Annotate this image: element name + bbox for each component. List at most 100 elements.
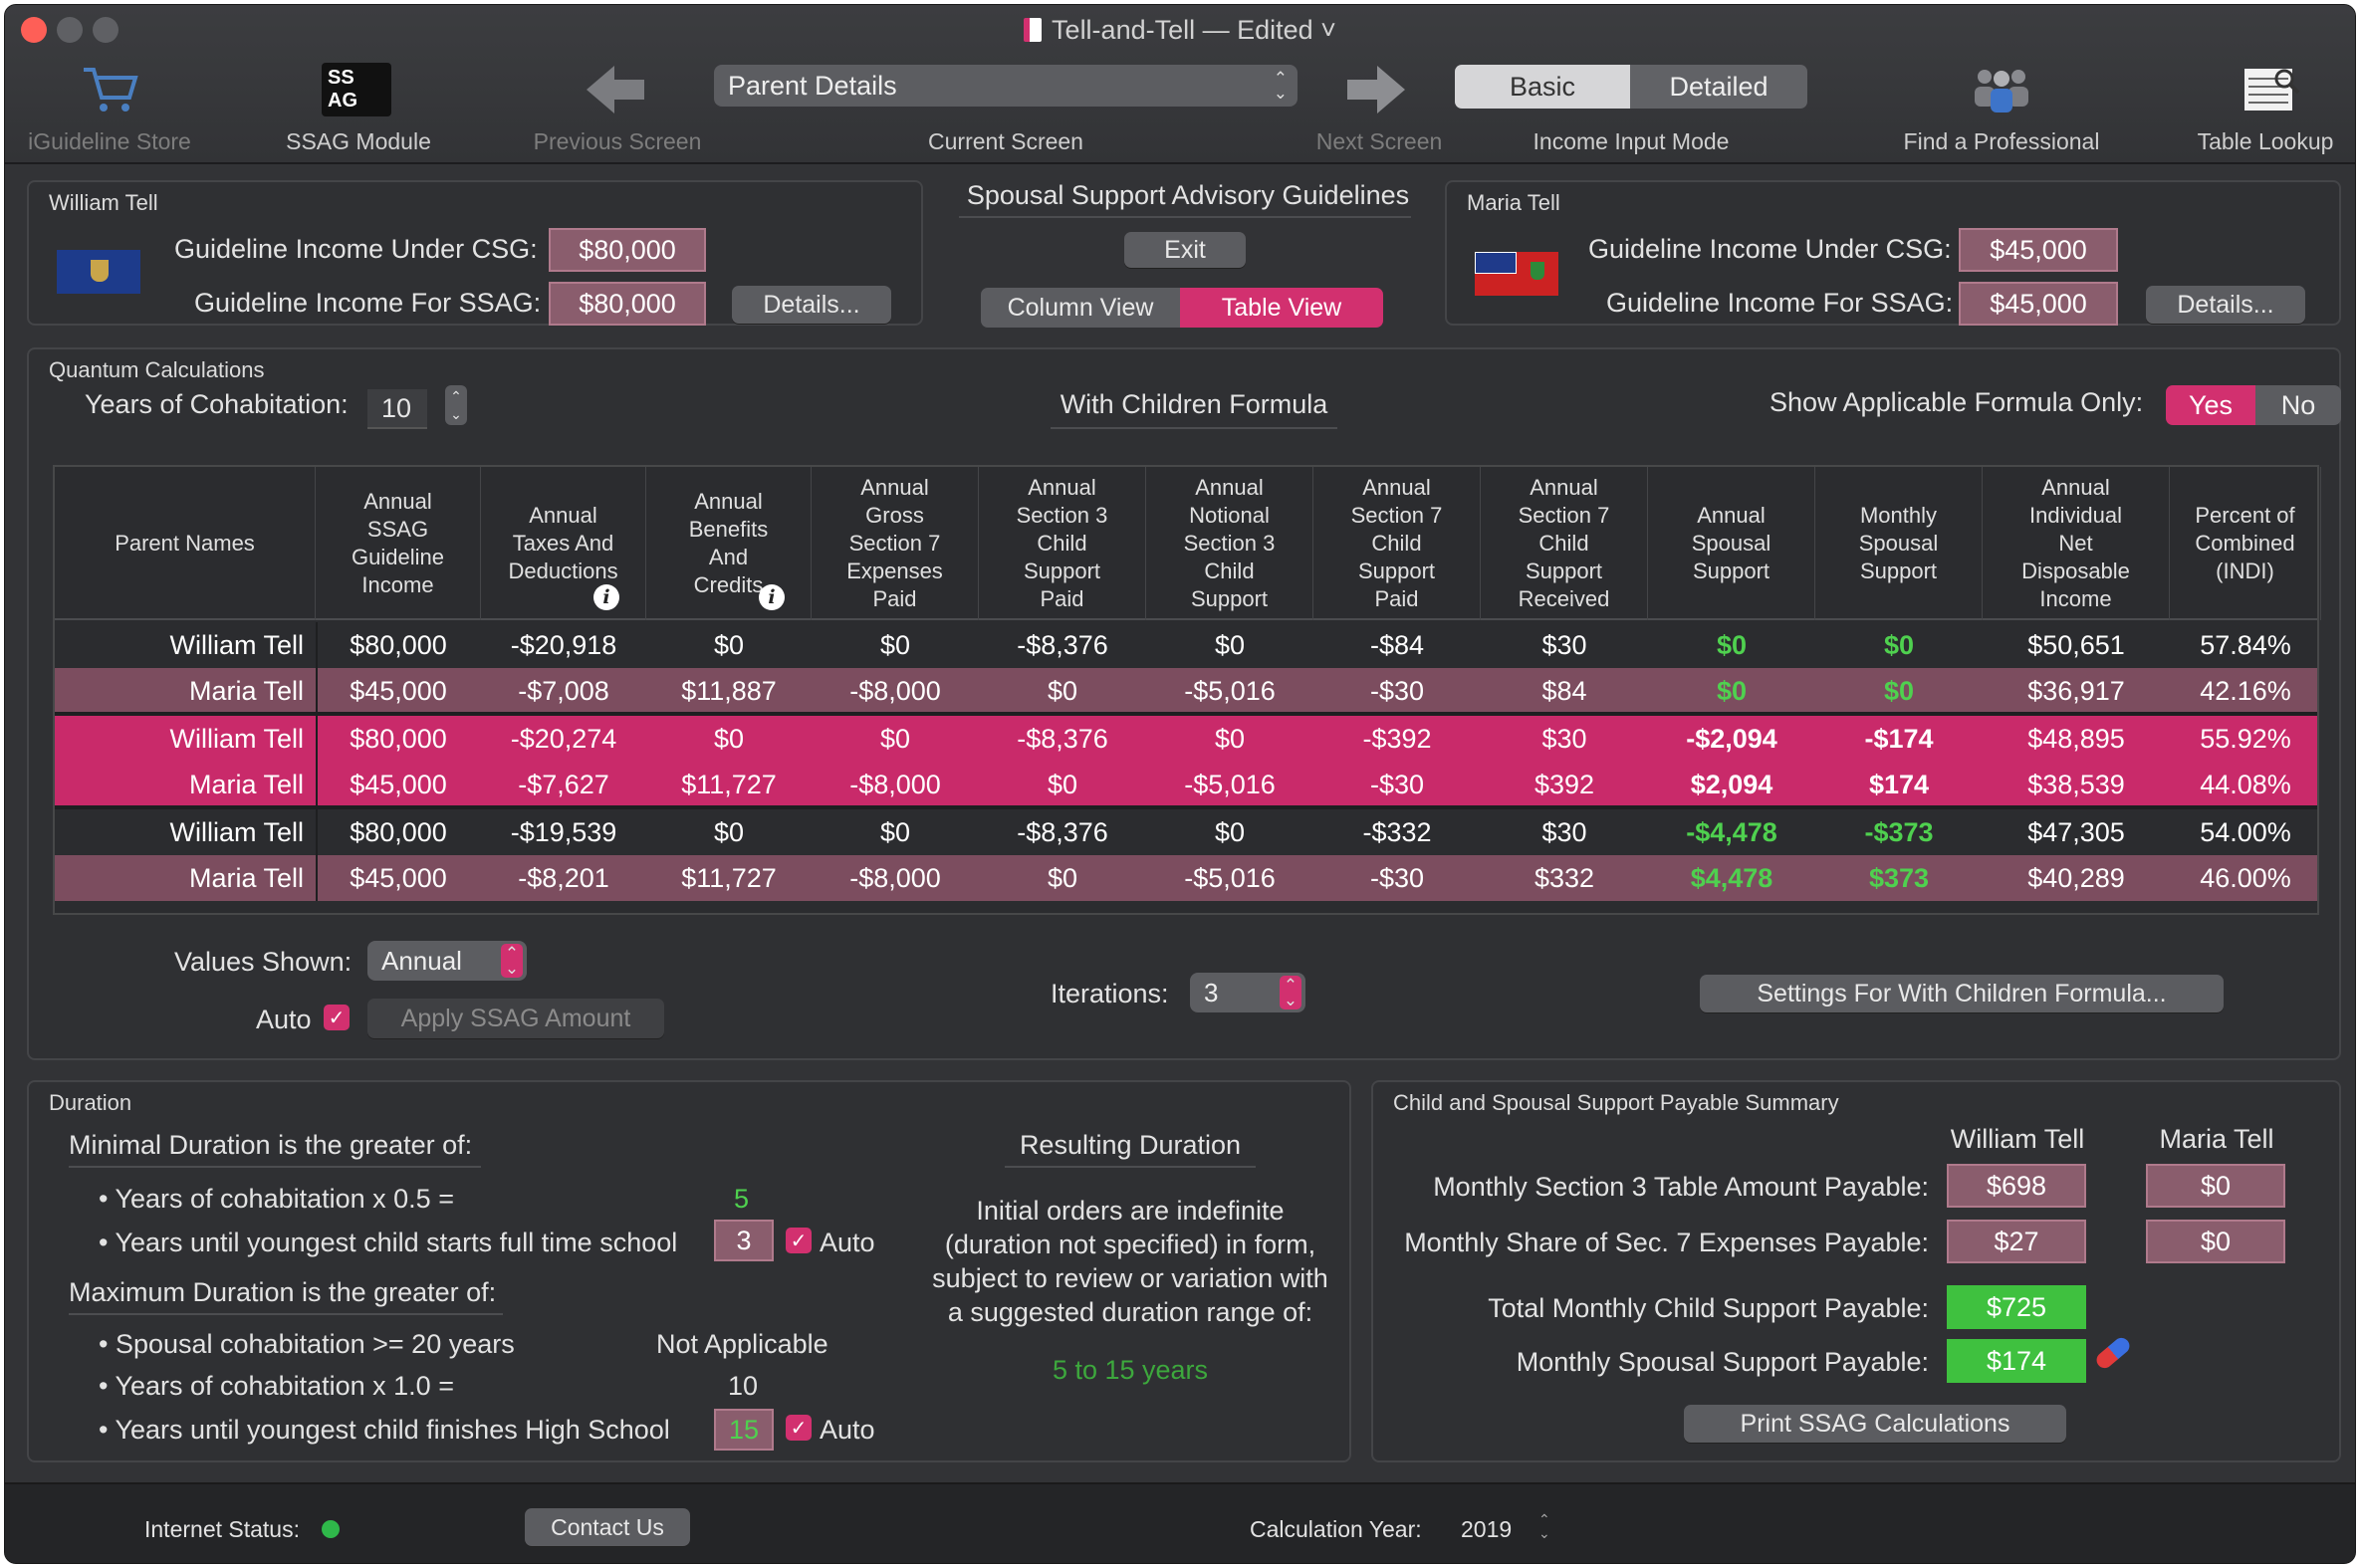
cell-annual-s7-paid: -$332	[1362, 816, 1432, 847]
parent1-details-button[interactable]: Details...	[732, 286, 891, 324]
cell-annual-ssag-income: $80,000	[350, 816, 447, 847]
cell-annual-s3-paid: -$8,376	[1017, 816, 1108, 847]
table-lookup-icon[interactable]	[2236, 57, 2305, 122]
table-row[interactable]: Maria Tell $45,000 -$7,008 $11,887 -$8,000 $0…	[55, 668, 2317, 714]
cell-annual-s7-received: $30	[1541, 629, 1587, 660]
header-text: Annual Taxes And Deductions	[508, 503, 618, 583]
toolbar: Tell-and-Tell — Edited ˅ iGuideline Stor…	[5, 5, 2355, 164]
parent1-ssag-field[interactable]: $80,000	[549, 282, 706, 326]
table-view-button[interactable]: Table View	[1180, 288, 1383, 328]
s7-p1[interactable]: $27	[1947, 1220, 2086, 1263]
info-icon[interactable]: i	[593, 584, 619, 610]
header-annual-benefits: Annual Benefits And Credits	[646, 467, 812, 620]
next-screen-label[interactable]: Next Screen	[1280, 128, 1479, 155]
parent2-csg-field[interactable]: $45,000	[1959, 228, 2118, 272]
contact-us-button[interactable]: Contact Us	[525, 1508, 690, 1546]
duration-title: Duration	[49, 1090, 132, 1115]
parent1-csg-field[interactable]: $80,000	[549, 228, 706, 272]
values-shown-select[interactable]: Annual ⌃ ⌄	[367, 941, 527, 981]
s3-p2[interactable]: $0	[2146, 1164, 2285, 1208]
year-stepper[interactable]: ⌃ ⌄	[1538, 1512, 1550, 1540]
ontario-flag-icon	[1475, 252, 1558, 296]
cell-annual-gross-s7: $0	[879, 629, 911, 660]
table-row[interactable]: Maria Tell $45,000 -$8,201 $11,727 -$8,000 $0…	[55, 855, 2317, 901]
cell-annual-taxes: -$7,008	[518, 675, 609, 706]
table-row[interactable]: William Tell $80,000 -$20,274 $0 $0 -$8,376 $0…	[55, 716, 2317, 762]
app-window: Tell-and-Tell — Edited ˅ iGuideline Stor…	[4, 4, 2356, 1564]
apply-ssag-button[interactable]: Apply SSAG Amount	[367, 999, 664, 1038]
header-text: Parent Names	[115, 531, 255, 556]
parent2-panel: Maria Tell Guideline Income Under CSG: $…	[1445, 180, 2341, 326]
max-item3-field[interactable]: 15	[714, 1409, 774, 1451]
exit-button[interactable]: Exit	[1124, 232, 1246, 268]
cell-percent-indi: 46.00%	[2200, 862, 2291, 893]
previous-screen-label[interactable]: Previous Screen	[513, 128, 722, 155]
column-divider	[316, 622, 318, 901]
s7-p2[interactable]: $0	[2146, 1220, 2285, 1263]
min-auto-checkbox[interactable]: ✓	[786, 1228, 812, 1253]
max-item2-value: 10	[728, 1371, 759, 1401]
cell-annual-ssag-income: $80,000	[350, 629, 447, 660]
header-text: Annual Section 3 Child Support Paid	[1016, 475, 1108, 611]
updown-icon: ⌃ ⌄	[501, 944, 523, 978]
table-lookup-label[interactable]: Table Lookup	[2166, 128, 2355, 155]
min-underline	[69, 1166, 481, 1168]
cell-annual-indi: $36,917	[2027, 675, 2125, 706]
cell-annual-benefits: $0	[713, 816, 745, 847]
arrow-right-icon[interactable]	[1341, 57, 1411, 122]
cell-annual-gross-s7: -$8,000	[849, 675, 941, 706]
arrow-left-icon[interactable]	[581, 57, 650, 122]
info-icon[interactable]: i	[759, 584, 785, 610]
show-only-yes[interactable]: Yes	[2166, 385, 2255, 425]
updown-icon: ⌃ ⌄	[1280, 976, 1301, 1009]
column-view-button[interactable]: Column View	[981, 288, 1180, 328]
parent2-details-button[interactable]: Details...	[2146, 286, 2305, 324]
s7-label: Monthly Share of Sec. 7 Expenses Payable…	[1404, 1228, 1929, 1257]
mode-detailed-button[interactable]: Detailed	[1630, 65, 1807, 109]
settings-formula-button[interactable]: Settings For With Children Formula...	[1700, 975, 2224, 1012]
parent1-ssag-label: Guideline Income For SSAG:	[194, 288, 542, 318]
iterations-select[interactable]: 3 ⌃ ⌄	[1190, 973, 1305, 1012]
table-row[interactable]: William Tell $80,000 -$19,539 $0 $0 -$8,376 $0…	[55, 809, 2317, 855]
cell-annual-spousal: -$2,094	[1686, 723, 1777, 754]
current-screen-select[interactable]: Parent Details ⌃ ⌄	[714, 65, 1298, 107]
cart-icon[interactable]	[65, 57, 154, 122]
header-annual-notional-s3: Annual Notional Section 3 Child Support	[1146, 467, 1313, 620]
parent1-csg-label: Guideline Income Under CSG:	[174, 234, 538, 264]
show-only-no[interactable]: No	[2255, 385, 2341, 425]
ssag-title: Spousal Support Advisory Guidelines	[966, 180, 1410, 210]
years-stepper[interactable]: ⌃ ⌄	[445, 385, 467, 425]
row-parent-name: Maria Tell	[188, 675, 304, 706]
s3-p1[interactable]: $698	[1947, 1164, 2086, 1208]
years-cohab-field[interactable]: 10	[367, 389, 427, 429]
table-row[interactable]: William Tell $80,000 -$20,918 $0 $0 -$8,376 $0…	[55, 622, 2317, 668]
min-item2-field[interactable]: 3	[714, 1220, 774, 1261]
cell-annual-indi: $40,289	[2027, 862, 2125, 893]
cell-annual-ssag-income: $45,000	[350, 769, 447, 799]
cell-annual-notional-s3: -$5,016	[1184, 675, 1276, 706]
parent2-ssag-field[interactable]: $45,000	[1959, 282, 2118, 326]
find-professional-label[interactable]: Find a Professional	[1877, 128, 2126, 155]
show-only-label: Show Applicable Formula Only:	[1770, 387, 2144, 417]
table-row[interactable]: Maria Tell $45,000 -$7,627 $11,727 -$8,000 $0…	[55, 762, 2317, 807]
ssag-module-label[interactable]: SSAG Module	[254, 128, 463, 155]
people-icon[interactable]	[1967, 57, 2036, 122]
print-ssag-button[interactable]: Print SSAG Calculations	[1684, 1405, 2066, 1443]
total-label: Total Monthly Child Support Payable:	[1488, 1293, 1929, 1323]
resulting-title: Resulting Duration	[1019, 1130, 1242, 1160]
ssag-module-icon[interactable]: SS AG	[322, 57, 391, 122]
row-group-divider	[55, 712, 2317, 716]
cell-annual-s7-received: $30	[1541, 816, 1587, 847]
max-item2-label: • Years of cohabitation x 1.0 =	[99, 1371, 454, 1401]
cell-annual-taxes: -$7,627	[518, 769, 609, 799]
view-segmented: Column View Table View	[981, 288, 1383, 328]
store-button-label[interactable]: iGuideline Store	[5, 128, 214, 155]
calc-year-value[interactable]: 2019	[1461, 1516, 1512, 1543]
mode-basic-button[interactable]: Basic	[1455, 65, 1630, 109]
cell-annual-benefits: $0	[713, 629, 745, 660]
max-auto-checkbox[interactable]: ✓	[786, 1415, 812, 1441]
auto-checkbox[interactable]: ✓	[324, 1005, 350, 1030]
parent2-name: Maria Tell	[1467, 190, 1560, 215]
header-text: Annual Notional Section 3 Child Support	[1183, 475, 1276, 611]
cell-annual-s7-paid: -$30	[1369, 675, 1425, 706]
